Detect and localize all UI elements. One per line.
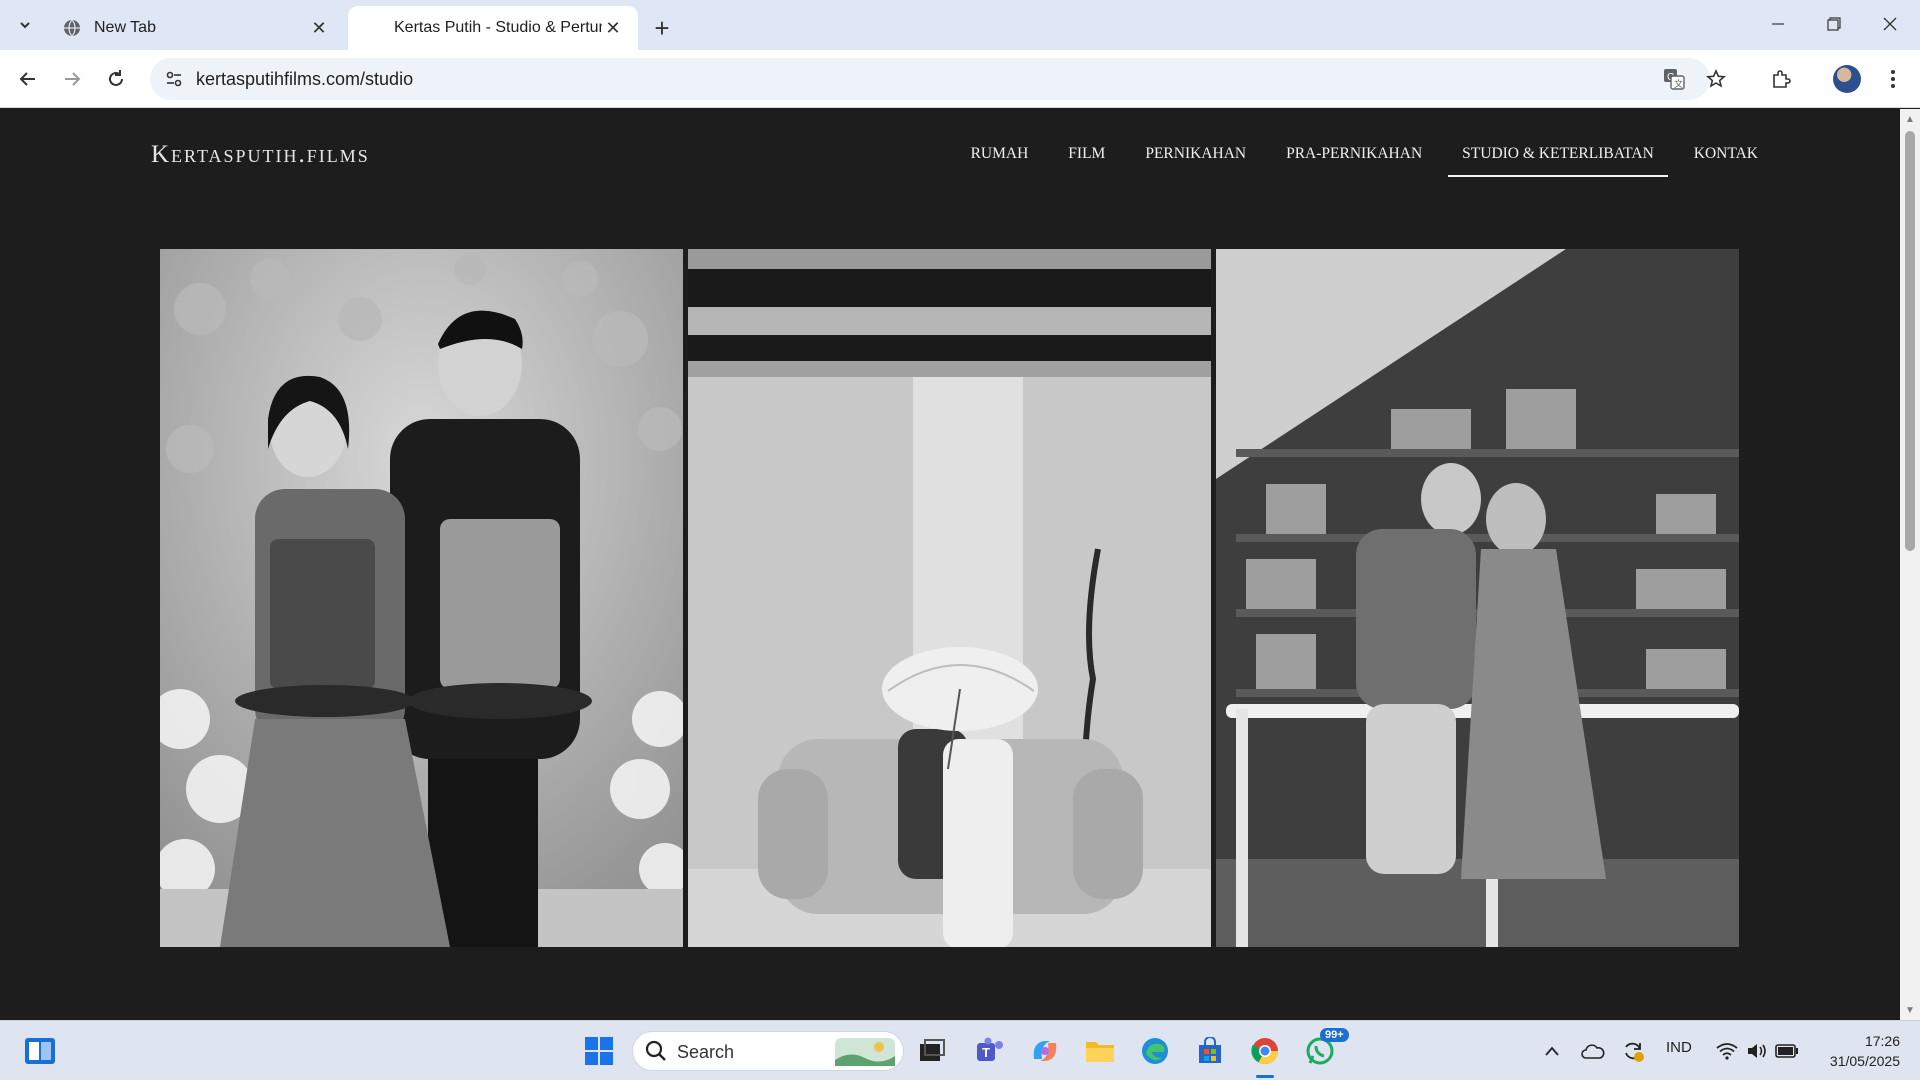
chrome-icon	[1251, 1038, 1279, 1065]
search-label: Search	[677, 1042, 735, 1062]
back-button[interactable]	[10, 61, 46, 97]
input-language-indicator[interactable]: IND	[1666, 1039, 1692, 1056]
onedrive-button[interactable]	[1573, 1031, 1613, 1071]
nav-item-studio-keterlibatan[interactable]: STUDIO & KETERLIBATAN	[1448, 145, 1668, 177]
reload-button[interactable]	[98, 61, 134, 97]
photo-gallery	[160, 249, 1739, 947]
scroll-down-icon[interactable]: ▼	[1904, 1004, 1916, 1016]
start-button[interactable]	[579, 1031, 619, 1071]
nav-item-rumah[interactable]: RUMAH	[957, 145, 1043, 177]
chevron-down-icon	[20, 22, 30, 29]
scroll-thumb[interactable]	[1905, 131, 1915, 551]
store-icon	[1199, 1037, 1221, 1063]
windows-taskbar: Search T 99+ IND 17:26 31/05/2025	[0, 1020, 1920, 1080]
browser-toolbar: kertasputihfilms.com/studio G文	[0, 50, 1920, 108]
close-icon	[1883, 17, 1897, 31]
svg-text:T: T	[982, 1045, 990, 1060]
task-view-button[interactable]	[912, 1031, 952, 1071]
extensions-button[interactable]	[1763, 61, 1799, 97]
nav-item-pra-pernikahan[interactable]: PRA-PERNIKAHAN	[1272, 145, 1436, 177]
widgets-button[interactable]	[20, 1031, 60, 1071]
new-tab-button[interactable]: +	[646, 12, 678, 44]
forward-button[interactable]	[54, 61, 90, 97]
battery-icon	[1775, 1044, 1798, 1058]
taskbar-search-box[interactable]: Search	[632, 1031, 904, 1071]
chevron-up-icon	[1545, 1046, 1559, 1056]
arrow-left-icon	[19, 72, 35, 86]
sync-status-button[interactable]	[1613, 1031, 1653, 1071]
edge-app[interactable]	[1135, 1031, 1175, 1071]
close-tab-icon[interactable]: ✕	[602, 17, 624, 39]
profile-button[interactable]	[1829, 61, 1865, 97]
gallery-photo-bookshelf-couple[interactable]	[1216, 249, 1739, 947]
teams-app[interactable]: T	[970, 1031, 1010, 1071]
show-hidden-icons-button[interactable]	[1532, 1031, 1572, 1071]
more-vertical-icon	[1891, 70, 1895, 88]
svg-text:文: 文	[1674, 78, 1683, 89]
windows-logo-icon	[585, 1037, 613, 1065]
close-tab-icon[interactable]: ✕	[308, 17, 330, 39]
restore-icon	[1827, 17, 1841, 31]
avatar	[1833, 65, 1861, 93]
task-view-icon	[920, 1039, 945, 1061]
reload-icon	[109, 70, 123, 86]
globe-icon	[62, 18, 82, 38]
site-info-icon[interactable]	[160, 65, 188, 93]
tab-kertas-putih[interactable]: Kertas Putih - Studio & Pertunangan ✕	[348, 6, 638, 50]
close-window-button[interactable]	[1862, 0, 1918, 48]
clock-time: 17:26	[1864, 1033, 1900, 1049]
browser-menu-button[interactable]	[1875, 61, 1911, 97]
scroll-up-icon[interactable]: ▲	[1904, 113, 1916, 125]
page-viewport: Kertasputih.films RUMAH FILM PERNIKAHAN …	[0, 109, 1900, 1020]
folder-icon	[1086, 1042, 1114, 1062]
url-text[interactable]: kertasputihfilms.com/studio	[196, 69, 413, 90]
file-explorer-app[interactable]	[1080, 1031, 1120, 1071]
battery-button[interactable]	[1767, 1031, 1807, 1071]
puzzle-icon	[1773, 70, 1791, 88]
chrome-app[interactable]	[1245, 1031, 1285, 1078]
site-logo[interactable]: Kertasputih.films	[151, 141, 370, 169]
tab-search-button[interactable]	[8, 8, 42, 42]
system-clock[interactable]: 17:26 31/05/2025	[1830, 1031, 1900, 1071]
notification-badge: 99+	[1320, 1028, 1349, 1042]
tab-title: Kertas Putih - Studio & Pertunangan	[394, 19, 602, 36]
edge-icon	[1142, 1038, 1168, 1064]
wifi-icon	[1716, 1043, 1738, 1060]
arrow-right-icon	[65, 72, 81, 86]
sync-icon	[1625, 1042, 1644, 1062]
active-app-indicator	[1256, 1075, 1274, 1078]
restore-button[interactable]	[1806, 0, 1862, 48]
cloud-icon	[1581, 1044, 1605, 1059]
teams-icon: T	[977, 1037, 1003, 1061]
gallery-photo-couple-cakes[interactable]	[160, 249, 683, 947]
nav-item-pernikahan[interactable]: PERNIKAHAN	[1131, 145, 1260, 177]
tab-new-tab[interactable]: New Tab ✕	[48, 6, 344, 50]
minimize-button[interactable]	[1750, 0, 1806, 48]
nav-item-kontak[interactable]: KONTAK	[1680, 145, 1772, 177]
tab-title: New Tab	[94, 19, 156, 36]
translate-icon[interactable]: G文	[1660, 65, 1688, 93]
browser-tab-bar: New Tab ✕ Kertas Putih - Studio & Pertun…	[0, 0, 1920, 50]
speaker-icon	[1748, 1044, 1766, 1058]
nav-item-film[interactable]: FILM	[1054, 145, 1119, 177]
store-app[interactable]	[1190, 1031, 1230, 1071]
copilot-icon	[1033, 1041, 1057, 1061]
site-navigation: RUMAH FILM PERNIKAHAN PRA-PERNIKAHAN STU…	[945, 145, 1772, 177]
search-icon	[645, 1040, 666, 1061]
copilot-app[interactable]	[1025, 1031, 1065, 1071]
minimize-icon	[1772, 23, 1784, 25]
widgets-icon	[25, 1038, 55, 1064]
clock-date: 31/05/2025	[1829, 1053, 1900, 1069]
gallery-photo-umbrella-couple[interactable]	[688, 249, 1211, 947]
page-scrollbar[interactable]: ▲ ▼	[1900, 109, 1920, 1020]
search-highlight-icon	[835, 1038, 895, 1066]
address-bar[interactable]: kertasputihfilms.com/studio G文	[150, 58, 1726, 100]
site-favicon-icon	[362, 18, 382, 38]
bookmark-star-icon[interactable]	[1702, 65, 1730, 93]
whatsapp-app[interactable]: 99+	[1300, 1028, 1349, 1071]
